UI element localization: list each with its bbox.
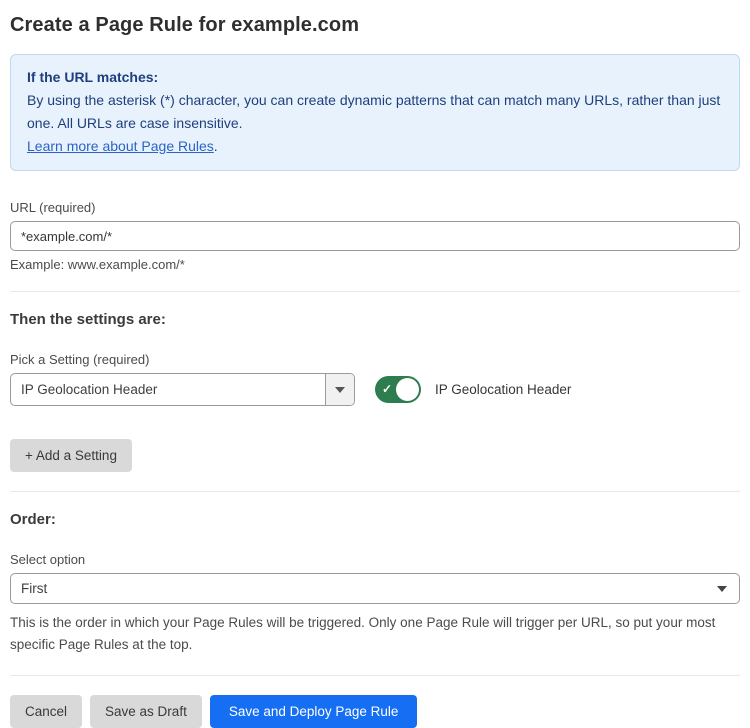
toggle-label: IP Geolocation Header — [435, 382, 571, 397]
cancel-button[interactable]: Cancel — [10, 695, 82, 728]
page-title: Create a Page Rule for example.com — [10, 14, 740, 37]
url-helper-text: Example: www.example.com/* — [10, 257, 740, 272]
page-rule-form: Create a Page Rule for example.com If th… — [0, 0, 750, 728]
divider — [10, 291, 740, 292]
chevron-down-icon — [335, 387, 345, 393]
setting-picker-value: IP Geolocation Header — [11, 374, 325, 405]
setting-picker-label: Pick a Setting (required) — [10, 352, 740, 367]
order-helper-text: This is the order in which your Page Rul… — [10, 612, 730, 656]
divider — [10, 675, 740, 676]
add-setting-button[interactable]: + Add a Setting — [10, 439, 132, 472]
learn-more-link[interactable]: Learn more about Page Rules — [27, 138, 214, 154]
footer-actions: Cancel Save as Draft Save and Deploy Pag… — [10, 695, 740, 728]
setting-picker-select[interactable]: IP Geolocation Header — [10, 373, 355, 406]
check-icon: ✓ — [382, 382, 392, 396]
setting-row: IP Geolocation Header ✓ IP Geolocation H… — [10, 373, 740, 406]
url-match-info-box: If the URL matches: By using the asteris… — [10, 54, 740, 171]
save-deploy-button[interactable]: Save and Deploy Page Rule — [210, 695, 418, 728]
settings-section-heading: Then the settings are: — [10, 311, 740, 328]
order-select-value: First — [21, 581, 717, 596]
setting-picker-arrow-button[interactable] — [325, 374, 354, 405]
info-box-heading: If the URL matches: — [27, 66, 723, 89]
order-section-heading: Order: — [10, 511, 740, 528]
ip-geolocation-toggle[interactable]: ✓ — [375, 376, 421, 403]
info-box-link-line: Learn more about Page Rules. — [27, 135, 723, 158]
order-select[interactable]: First — [10, 573, 740, 604]
url-input[interactable] — [10, 221, 740, 251]
url-field-label: URL (required) — [10, 200, 740, 215]
chevron-down-icon — [717, 586, 727, 592]
toggle-knob — [396, 378, 419, 401]
save-draft-button[interactable]: Save as Draft — [90, 695, 202, 728]
divider — [10, 491, 740, 492]
link-suffix: . — [214, 138, 218, 154]
order-select-label: Select option — [10, 552, 740, 567]
info-box-body: By using the asterisk (*) character, you… — [27, 89, 723, 135]
